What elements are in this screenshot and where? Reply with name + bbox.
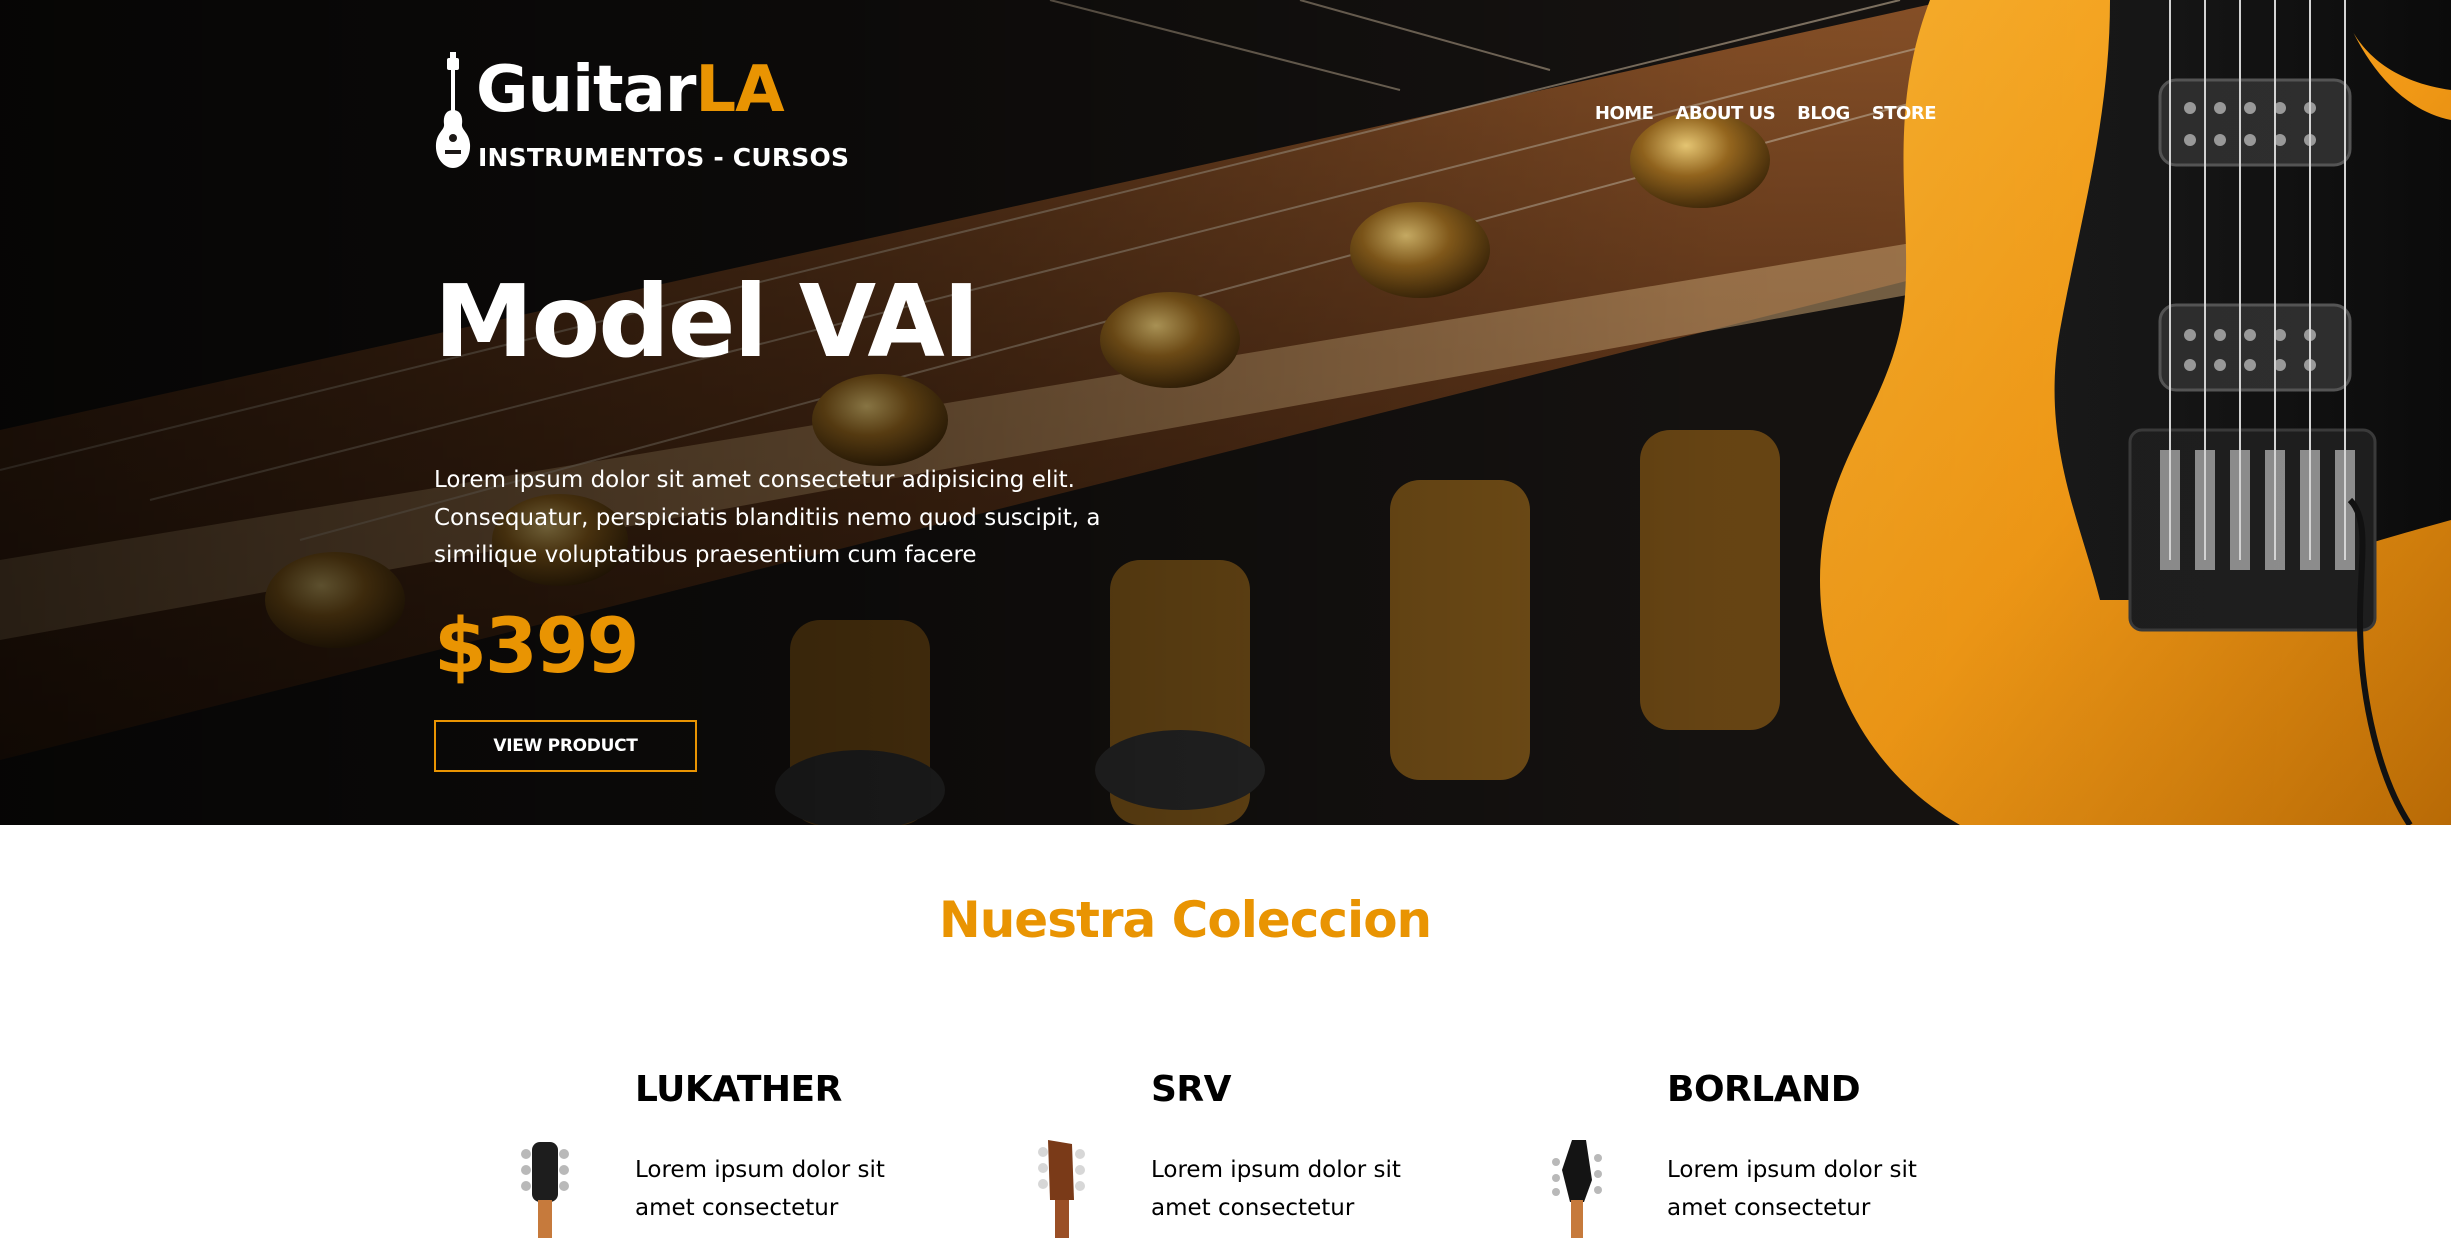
nav-store[interactable]: STORE <box>1872 103 1937 124</box>
product-card[interactable]: LUKATHER Lorem ipsum dolor sit amet cons… <box>510 1060 950 1238</box>
product-card[interactable]: BORLAND Lorem ipsum dolor sit amet conse… <box>1542 1060 1982 1238</box>
hero-price: $399 <box>434 601 640 690</box>
nav-blog[interactable]: BLOG <box>1797 103 1850 124</box>
hero-description: Lorem ipsum dolor sit amet consectetur a… <box>434 467 1101 568</box>
product-name: BORLAND <box>1667 1069 1861 1110</box>
logo-accent: LA <box>695 53 784 127</box>
guitar-srv-icon[interactable] <box>1026 1140 1096 1238</box>
hero-section: GuitarLA INSTRUMENTOS - CURSOS HOME ABOU… <box>0 0 2451 825</box>
collection-title: Nuestra Coleccion <box>938 891 1432 949</box>
view-product-button[interactable]: VIEW PRODUCT <box>434 720 697 772</box>
hero-title: Model VAI <box>434 263 980 380</box>
product-description: Lorem ipsum dolor sit amet consectetur <box>1667 1157 1917 1221</box>
product-description: Lorem ipsum dolor sit amet consectetur <box>1151 1157 1401 1221</box>
nav-about-us[interactable]: ABOUT US <box>1675 103 1775 124</box>
main-nav: HOME ABOUT US BLOG STORE <box>1595 103 1937 124</box>
guitar-logo-icon <box>435 52 471 168</box>
nav-home[interactable]: HOME <box>1595 103 1654 124</box>
guitar-lukather-icon[interactable] <box>510 1140 580 1238</box>
guitar-borland-icon[interactable] <box>1542 1140 1612 1238</box>
logo-wordmark: GuitarLA <box>476 53 785 127</box>
product-name: SRV <box>1151 1069 1232 1110</box>
product-name: LUKATHER <box>635 1069 842 1110</box>
product-card[interactable]: SRV Lorem ipsum dolor sit amet consectet… <box>1026 1060 1466 1238</box>
logo-tagline: INSTRUMENTOS - CURSOS <box>478 143 850 172</box>
product-description: Lorem ipsum dolor sit amet consectetur <box>635 1157 885 1221</box>
site-logo[interactable]: GuitarLA INSTRUMENTOS - CURSOS <box>434 52 849 172</box>
hero-overlay <box>0 0 2451 825</box>
